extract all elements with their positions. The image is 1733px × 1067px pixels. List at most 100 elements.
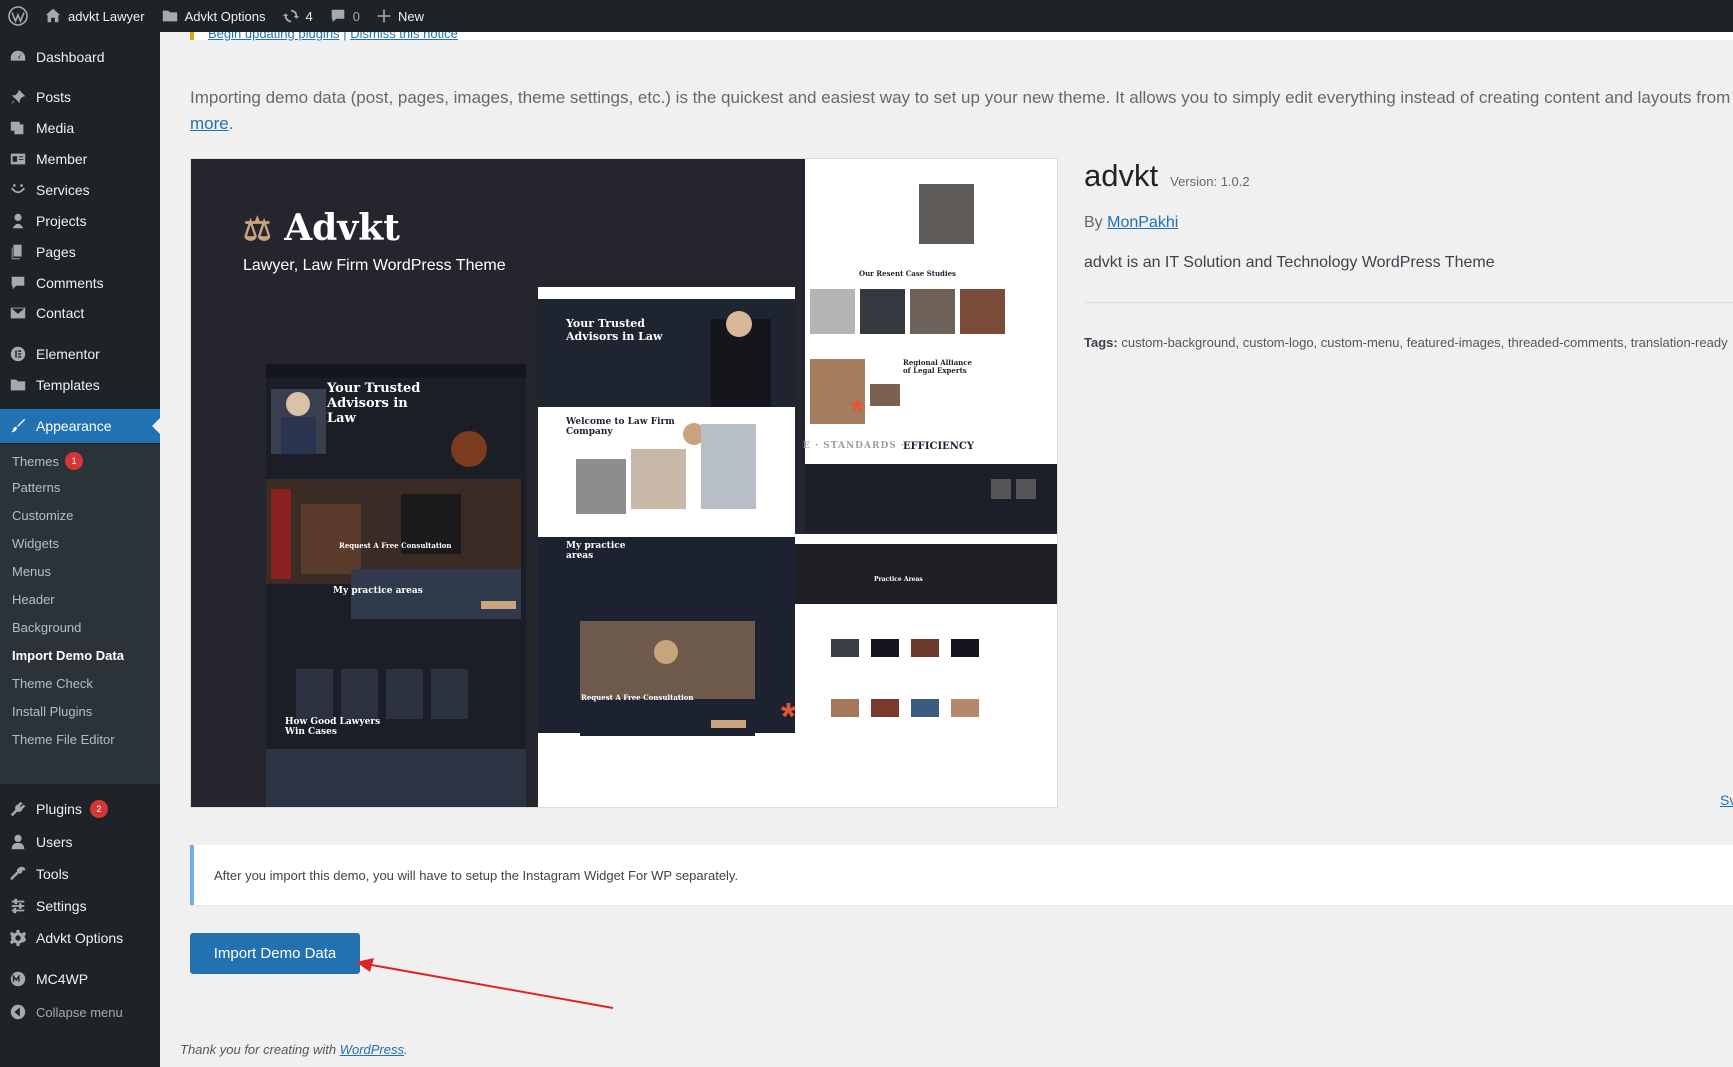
elementor-icon <box>0 345 36 363</box>
site-name: advkt Lawyer <box>68 8 145 24</box>
sidebar-item-posts[interactable]: Posts <box>0 80 160 114</box>
sidebar-item-settings[interactable]: Settings <box>0 889 160 923</box>
sidebar-item-label: Posts <box>36 89 72 105</box>
submenu-header[interactable]: Header <box>12 592 55 607</box>
sidebar-item-elementor[interactable]: Elementor <box>0 337 160 371</box>
sidebar-item-media[interactable]: Media <box>0 111 160 145</box>
sidebar-item-member[interactable]: Member <box>0 142 160 176</box>
gear-icon <box>0 929 36 947</box>
pin-icon <box>0 88 36 106</box>
id-card-icon <box>0 150 36 168</box>
collapse-icon <box>0 1003 36 1021</box>
preview-standards-text: E · STANDARDS · <box>803 441 906 451</box>
appearance-submenu: Themes 1 Patterns Customize Widgets Menus… <box>0 444 160 784</box>
sidebar-item-label: Templates <box>36 377 100 393</box>
submenu-import-demo-data[interactable]: Import Demo Data <box>12 648 124 663</box>
sidebar-item-label: Pages <box>36 244 76 260</box>
sidebar-item-label: Appearance <box>36 418 112 434</box>
settings-icon <box>0 897 36 915</box>
dashboard-icon <box>0 48 36 66</box>
sidebar-item-pages[interactable]: Pages <box>0 235 160 269</box>
preview-efficiency-text: EFFICIENCY <box>903 441 974 452</box>
comments-link[interactable]: 0 <box>321 0 368 32</box>
home-icon <box>45 8 61 23</box>
theme-version: Version: 1.0.2 <box>1170 174 1250 189</box>
sidebar-item-comments[interactable]: Comments <box>0 266 160 300</box>
svg-text:*: * <box>851 393 864 429</box>
sidebar-item-mc4wp[interactable]: MC4WP <box>0 962 160 996</box>
user-icon <box>0 833 36 851</box>
plugin-icon <box>0 800 36 818</box>
submenu-background[interactable]: Background <box>12 620 81 635</box>
sidebar-item-templates[interactable]: Templates <box>0 368 160 402</box>
footer-thanks: Thank you for creating with WordPress. <box>180 1042 408 1057</box>
advkt-options-label: Advkt Options <box>184 8 266 24</box>
instagram-info-notice: After you import this demo, you will hav… <box>190 845 1733 905</box>
preview-practice-text-b: My practice areas <box>566 541 626 561</box>
sidebar-item-plugins[interactable]: Plugins 2 <box>0 792 160 826</box>
wrench-icon <box>0 865 36 883</box>
themes-update-badge: 1 <box>64 452 83 470</box>
wordpress-link[interactable]: WordPress <box>340 1042 404 1057</box>
submenu-widgets[interactable]: Widgets <box>12 536 59 551</box>
sidebar-item-services[interactable]: Services <box>0 173 160 207</box>
wordpress-logo-icon[interactable] <box>0 0 36 32</box>
portfolio-icon <box>0 212 36 230</box>
sidebar-item-label: Settings <box>36 898 87 914</box>
import-demo-data-button[interactable]: Import Demo Data <box>190 933 360 974</box>
sidebar-item-tools[interactable]: Tools <box>0 857 160 891</box>
preview-how-good-text: How Good Lawyers Win Cases <box>285 717 381 737</box>
sidebar-item-dashboard[interactable]: Dashboard <box>0 40 160 74</box>
advkt-options-link[interactable]: Advkt Options <box>153 0 274 32</box>
sidebar-item-label: Comments <box>36 275 104 291</box>
plus-icon <box>377 9 391 23</box>
dismiss-notice-link[interactable]: Dismiss this notice <box>350 32 458 41</box>
new-content-link[interactable]: New <box>368 0 432 32</box>
submenu-theme-check[interactable]: Theme Check <box>12 676 93 691</box>
preview-case-studies-text: Our Resent Case Studies <box>859 269 957 278</box>
preview-practice-areas-text: Practice Areas <box>874 576 923 583</box>
sidebar-item-label: Services <box>36 182 90 198</box>
theme-description: advkt is an IT Solution and Technology W… <box>1084 254 1495 271</box>
preview-brand: ⚖ Advkt <box>243 207 400 249</box>
updates-link[interactable]: 4 <box>274 0 321 32</box>
sidebar-item-contact[interactable]: Contact <box>0 296 160 330</box>
submenu-theme-file-editor[interactable]: Theme File Editor <box>12 732 115 747</box>
mc4wp-icon <box>0 970 36 988</box>
submenu-customize[interactable]: Customize <box>12 508 73 523</box>
sidebar-item-advkt-options[interactable]: Advkt Options <box>0 921 160 955</box>
preview-consult-text: Request A Free Consultation <box>339 541 452 550</box>
submenu-patterns[interactable]: Patterns <box>12 480 60 495</box>
email-icon <box>0 304 36 322</box>
theme-tags: Tags: custom-background, custom-logo, cu… <box>1084 335 1728 350</box>
collapse-menu-button[interactable]: Collapse menu <box>0 995 160 1029</box>
screenshot-link[interactable]: Sv <box>1720 792 1733 808</box>
sidebar-item-projects[interactable]: Projects <box>0 204 160 238</box>
theme-author-link[interactable]: MonPakhi <box>1107 214 1178 231</box>
submenu-install-plugins[interactable]: Install Plugins <box>12 704 92 719</box>
admin-bar: advkt Lawyer Advkt Options 4 0 New <box>0 0 1733 32</box>
preview-welcome-text: Welcome to Law Firm Company <box>566 417 675 437</box>
submenu-menus[interactable]: Menus <box>12 564 51 579</box>
admin-sidebar: Dashboard Posts Media Member Services Pr… <box>0 32 160 1067</box>
begin-updating-plugins-link[interactable]: Begin updating plugins <box>208 32 340 41</box>
sidebar-item-users[interactable]: Users <box>0 825 160 859</box>
read-more-link[interactable]: more <box>190 114 229 133</box>
preview-hero-text: Your Trusted Advisors in Law <box>327 381 421 426</box>
sidebar-item-label: Media <box>36 120 75 136</box>
sidebar-item-appearance[interactable]: Appearance <box>0 409 160 443</box>
sidebar-item-label: Member <box>36 151 88 167</box>
preview-regional-text: Regional Alliance of Legal Experts <box>903 358 972 375</box>
notice-links: Begin updating plugins | Dismiss this no… <box>208 32 458 41</box>
submenu-themes[interactable]: Themes 1 <box>12 452 83 470</box>
main-content: Begin updating plugins | Dismiss this no… <box>160 32 1733 1067</box>
preview-tagline: Lawyer, Law Firm WordPress Theme <box>243 257 506 274</box>
comment-icon <box>0 274 36 292</box>
sidebar-item-label: Dashboard <box>36 49 105 65</box>
site-name-link[interactable]: advkt Lawyer <box>36 0 153 32</box>
brush-icon <box>0 417 36 435</box>
sidebar-item-label: Projects <box>36 213 87 229</box>
divider <box>1084 302 1733 303</box>
updates-icon <box>282 9 299 23</box>
pages-icon <box>0 243 36 261</box>
